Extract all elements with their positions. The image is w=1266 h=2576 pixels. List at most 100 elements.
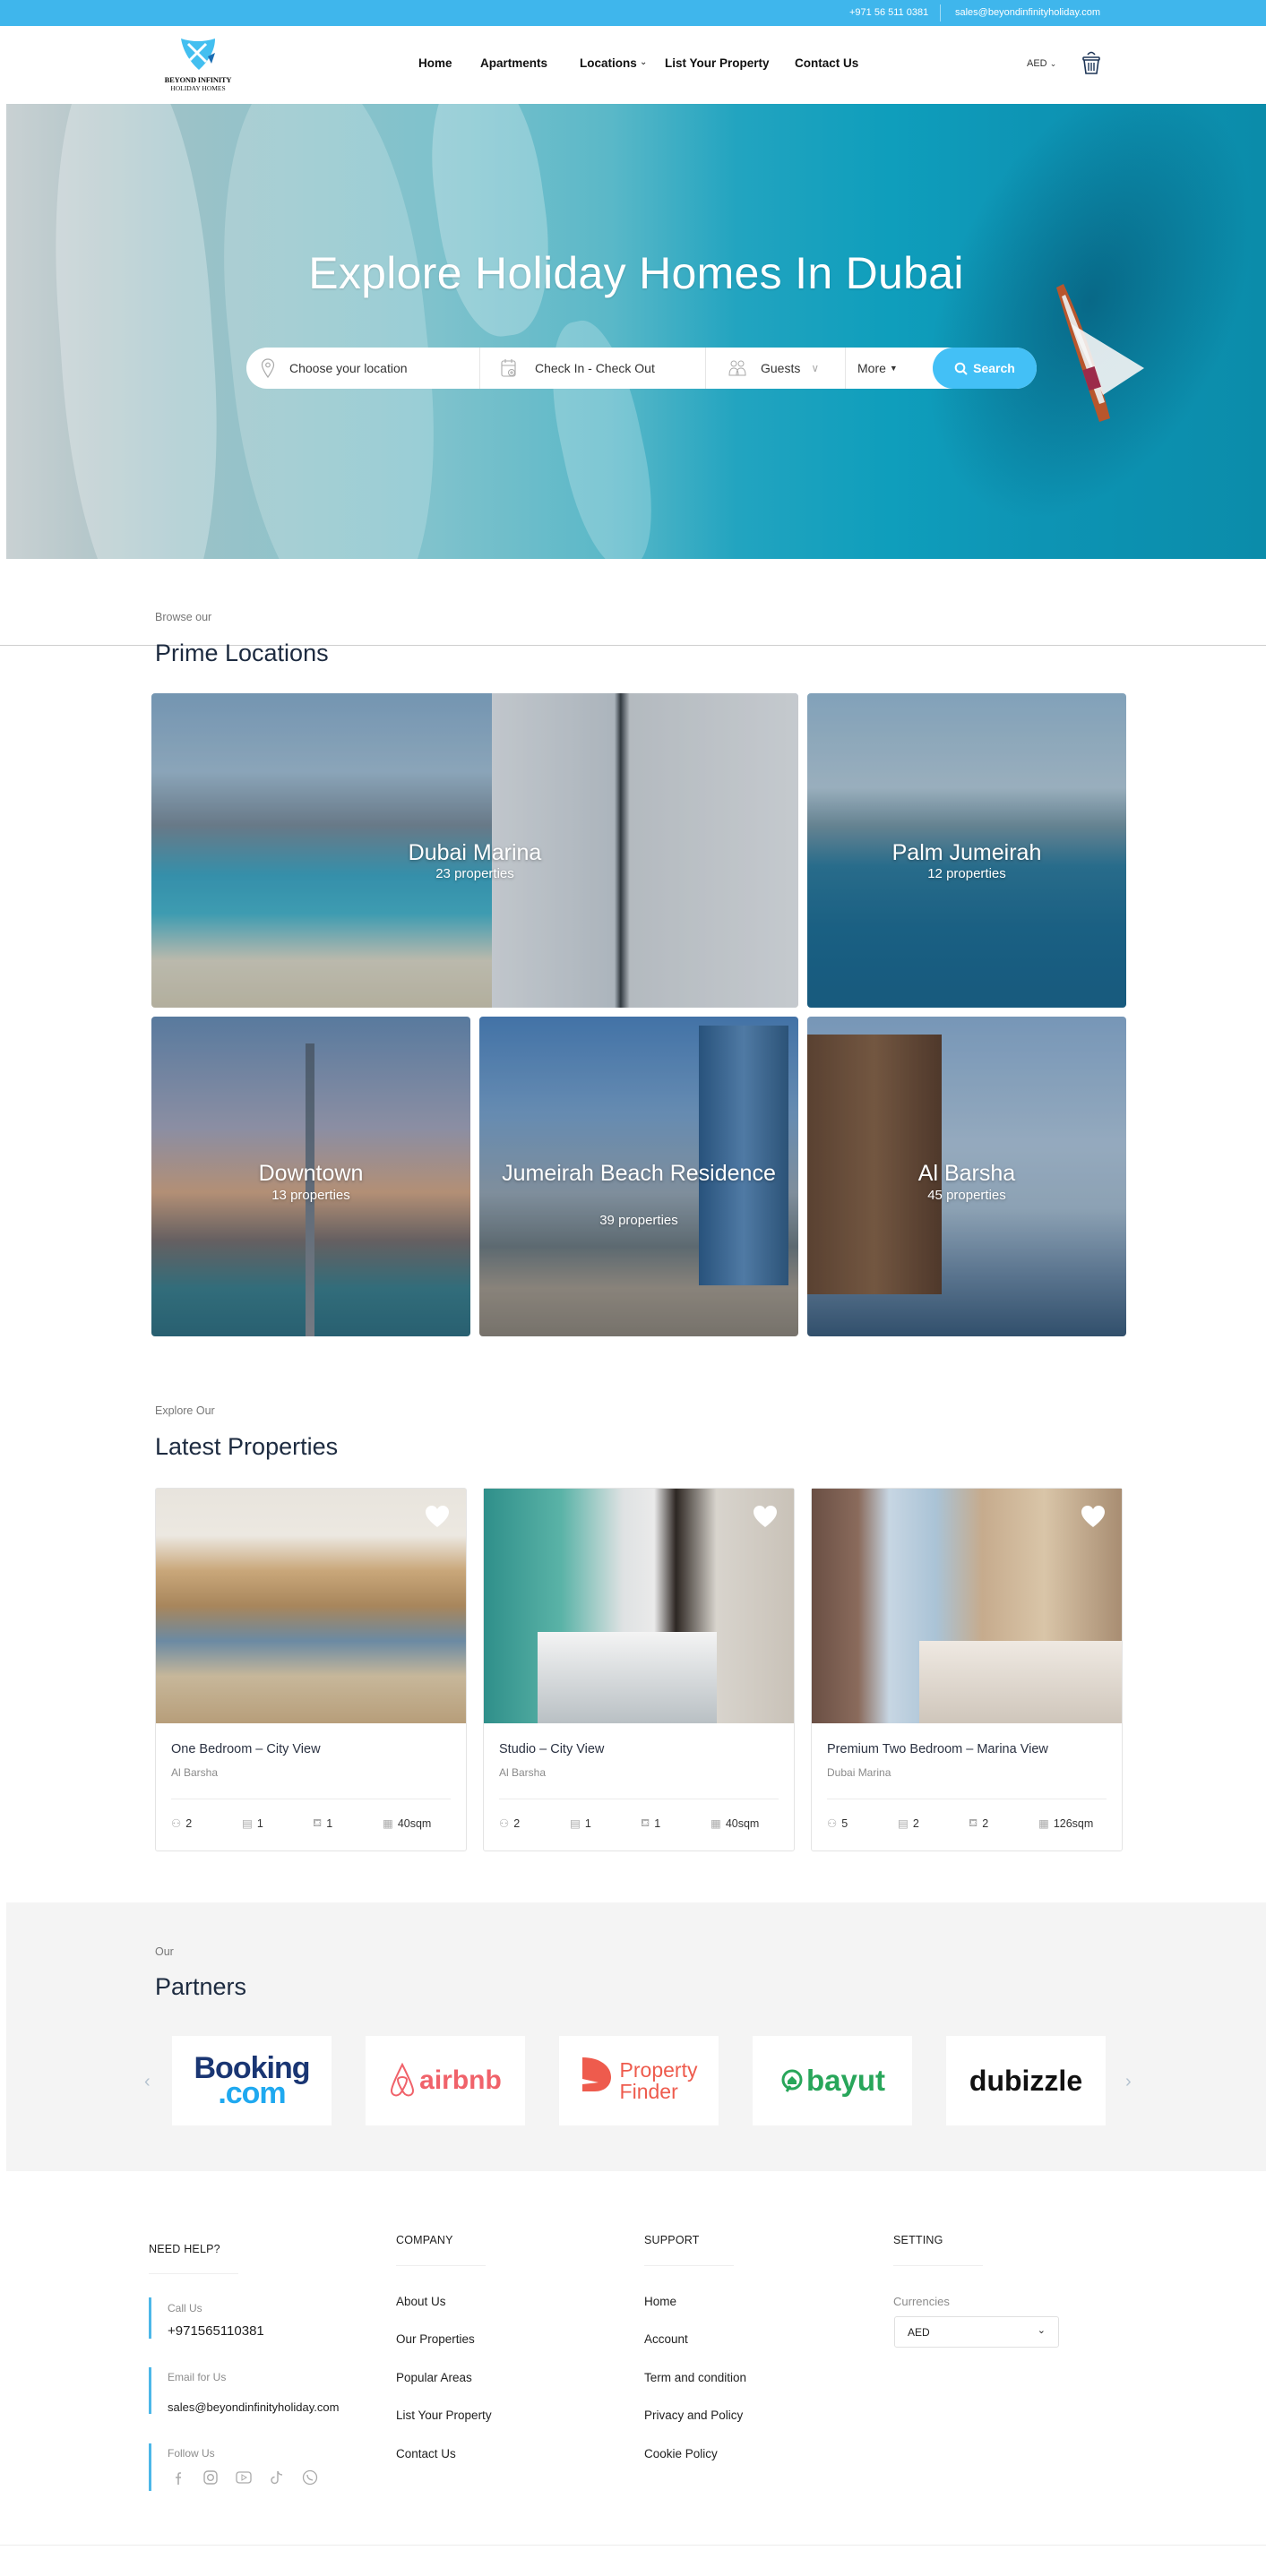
location-field[interactable]: Choose your location [261, 348, 476, 389]
guests-field[interactable]: Guests ∨ [728, 348, 836, 389]
footer-link-contact-us[interactable]: Contact Us [396, 2447, 456, 2460]
currency-value: AED [1027, 58, 1047, 69]
footer-link-cookie-policy[interactable]: Cookie Policy [644, 2447, 718, 2460]
topbar-email[interactable]: sales@beyondinfinityholiday.com [955, 7, 1100, 18]
property-bathrooms: ⛾ 1 [313, 1816, 333, 1830]
property-guests: ⚇ 5 [827, 1816, 848, 1831]
nav-locations[interactable]: Locations [580, 56, 637, 70]
property-title[interactable]: Studio – City View [499, 1742, 604, 1756]
property-bedrooms: ▤ 1 [242, 1816, 263, 1831]
bath-icon: ⛾ [969, 1816, 978, 1829]
property-guests: ⚇ 2 [499, 1816, 521, 1831]
heart-icon[interactable] [753, 1505, 778, 1528]
map-pin-icon [261, 358, 275, 378]
property-location: Al Barsha [499, 1766, 547, 1779]
date-range-field[interactable]: Check In - Check Out [501, 348, 698, 389]
property-location: Dubai Marina [827, 1766, 891, 1779]
call-label: Call Us [168, 2302, 202, 2314]
heart-icon[interactable] [425, 1505, 450, 1528]
property-bathrooms: ⛾ 2 [969, 1816, 989, 1830]
property-area: ▦ 40sqm [711, 1816, 760, 1831]
more-label: More [857, 361, 886, 375]
logo-text-1: BEYOND INFINITY [164, 75, 232, 84]
location-card-jbr[interactable]: Jumeirah Beach Residence 39 properties [479, 1017, 798, 1336]
currency-select-value: AED [908, 2326, 930, 2339]
partner-logo-booking[interactable]: Booking .com [172, 2036, 332, 2125]
property-card[interactable]: Premium Two Bedroom – Marina View Dubai … [811, 1488, 1123, 1851]
topbar-phone[interactable]: +971 56 511 0381 [849, 7, 928, 18]
top-bar: +971 56 511 0381 sales@beyondinfinityhol… [0, 0, 1266, 26]
topbar-divider [940, 4, 941, 21]
partner-logo-bayut[interactable]: bayut [753, 2036, 912, 2125]
bath-icon: ⛾ [641, 1816, 650, 1829]
location-card-palm-jumeirah[interactable]: Palm Jumeirah 12 properties [807, 693, 1126, 1008]
footer-need-help-heading: NEED HELP? [149, 2243, 220, 2255]
heart-icon[interactable] [1081, 1505, 1106, 1528]
location-count: 13 properties [271, 1188, 350, 1203]
footer-link-our-properties[interactable]: Our Properties [396, 2332, 475, 2346]
dates-placeholder: Check In - Check Out [535, 361, 655, 375]
tiktok-icon[interactable] [268, 2469, 286, 2486]
floorplan-icon: ▦ [1038, 1817, 1049, 1830]
email-label: Email for Us [168, 2371, 227, 2383]
property-card[interactable]: One Bedroom – City View Al Barsha ⚇ 2 ▤ 1 … [155, 1488, 467, 1851]
footer-link-home[interactable]: Home [644, 2295, 676, 2308]
locations-eyebrow: Browse our [155, 611, 212, 623]
bed-icon: ▤ [242, 1817, 253, 1830]
nav-contact-us[interactable]: Contact Us [795, 56, 858, 70]
location-card-dubai-marina[interactable]: Dubai Marina 23 properties [151, 693, 798, 1008]
partner-logo-airbnb[interactable]: airbnb [366, 2036, 525, 2125]
nav-home[interactable]: Home [418, 56, 452, 70]
property-bathrooms: ⛾ 1 [641, 1816, 661, 1830]
nav-apartments[interactable]: Apartments [480, 56, 547, 70]
property-location: Al Barsha [171, 1766, 219, 1779]
property-bedrooms: ▤ 2 [898, 1816, 919, 1831]
carousel-next-button[interactable]: › [1125, 2072, 1132, 2092]
more-filters-button[interactable]: More ▼ [857, 348, 920, 389]
property-image[interactable] [484, 1489, 794, 1723]
property-bedrooms: ▤ 1 [570, 1816, 591, 1831]
bed-icon: ▤ [898, 1817, 909, 1830]
property-title[interactable]: Premium Two Bedroom – Marina View [827, 1742, 1048, 1756]
guests-icon: ⚇ [827, 1817, 838, 1830]
property-image[interactable] [156, 1489, 466, 1723]
footer-link-terms[interactable]: Term and condition [644, 2371, 746, 2384]
property-title[interactable]: One Bedroom – City View [171, 1742, 321, 1756]
location-count: 23 properties [435, 866, 514, 881]
currencies-label: Currencies [893, 2295, 950, 2308]
footer-link-list-your-property[interactable]: List Your Property [396, 2409, 492, 2422]
currency-selector[interactable]: AED ⌄ [1027, 58, 1056, 69]
location-card-downtown[interactable]: Downtown 13 properties [151, 1017, 470, 1336]
site-header: BEYOND INFINITY HOLIDAY HOMES Home Apart… [0, 26, 1266, 103]
partner-logo-dubizzle[interactable]: dubizzle [946, 2036, 1106, 2125]
search-button[interactable]: Search [933, 348, 1037, 389]
partners-title: Partners [155, 1973, 247, 2000]
property-image[interactable] [812, 1489, 1122, 1723]
property-area: ▦ 40sqm [383, 1816, 432, 1831]
footer-link-privacy[interactable]: Privacy and Policy [644, 2409, 743, 2422]
property-card[interactable]: Studio – City View Al Barsha ⚇ 2 ▤ 1 ⛾ 1 ▦ 4… [483, 1488, 795, 1851]
cart-icon[interactable] [1081, 49, 1102, 76]
currency-select[interactable]: AED ⌄ [894, 2316, 1059, 2348]
location-card-al-barsha[interactable]: Al Barsha 45 properties [807, 1017, 1126, 1336]
call-value[interactable]: +971565110381 [168, 2323, 264, 2339]
floorplan-icon: ▦ [711, 1817, 721, 1830]
nav-list-your-property[interactable]: List Your Property [665, 56, 770, 70]
email-value[interactable]: sales@beyondinfinityholiday.com [168, 2400, 339, 2414]
chevron-down-icon: ∨ [811, 362, 820, 374]
youtube-icon[interactable] [235, 2469, 253, 2486]
floorplan-icon: ▦ [383, 1817, 393, 1830]
facebook-icon[interactable] [168, 2469, 186, 2486]
logo[interactable]: BEYOND INFINITY HOLIDAY HOMES [154, 37, 242, 99]
guests-label: Guests [761, 361, 801, 375]
hero-banner: Explore Holiday Homes In Dubai Choose yo… [6, 104, 1266, 559]
whatsapp-icon[interactable] [301, 2469, 319, 2486]
partner-logo-property-finder[interactable]: Property Finder [559, 2036, 719, 2125]
footer-link-account[interactable]: Account [644, 2332, 688, 2346]
footer-support-heading: SUPPORT [644, 2234, 700, 2246]
footer-link-about-us[interactable]: About Us [396, 2295, 446, 2308]
footer-link-popular-areas[interactable]: Popular Areas [396, 2371, 472, 2384]
carousel-prev-button[interactable]: ‹ [144, 2072, 151, 2092]
instagram-icon[interactable] [202, 2469, 220, 2486]
bayut-icon [781, 2069, 803, 2092]
